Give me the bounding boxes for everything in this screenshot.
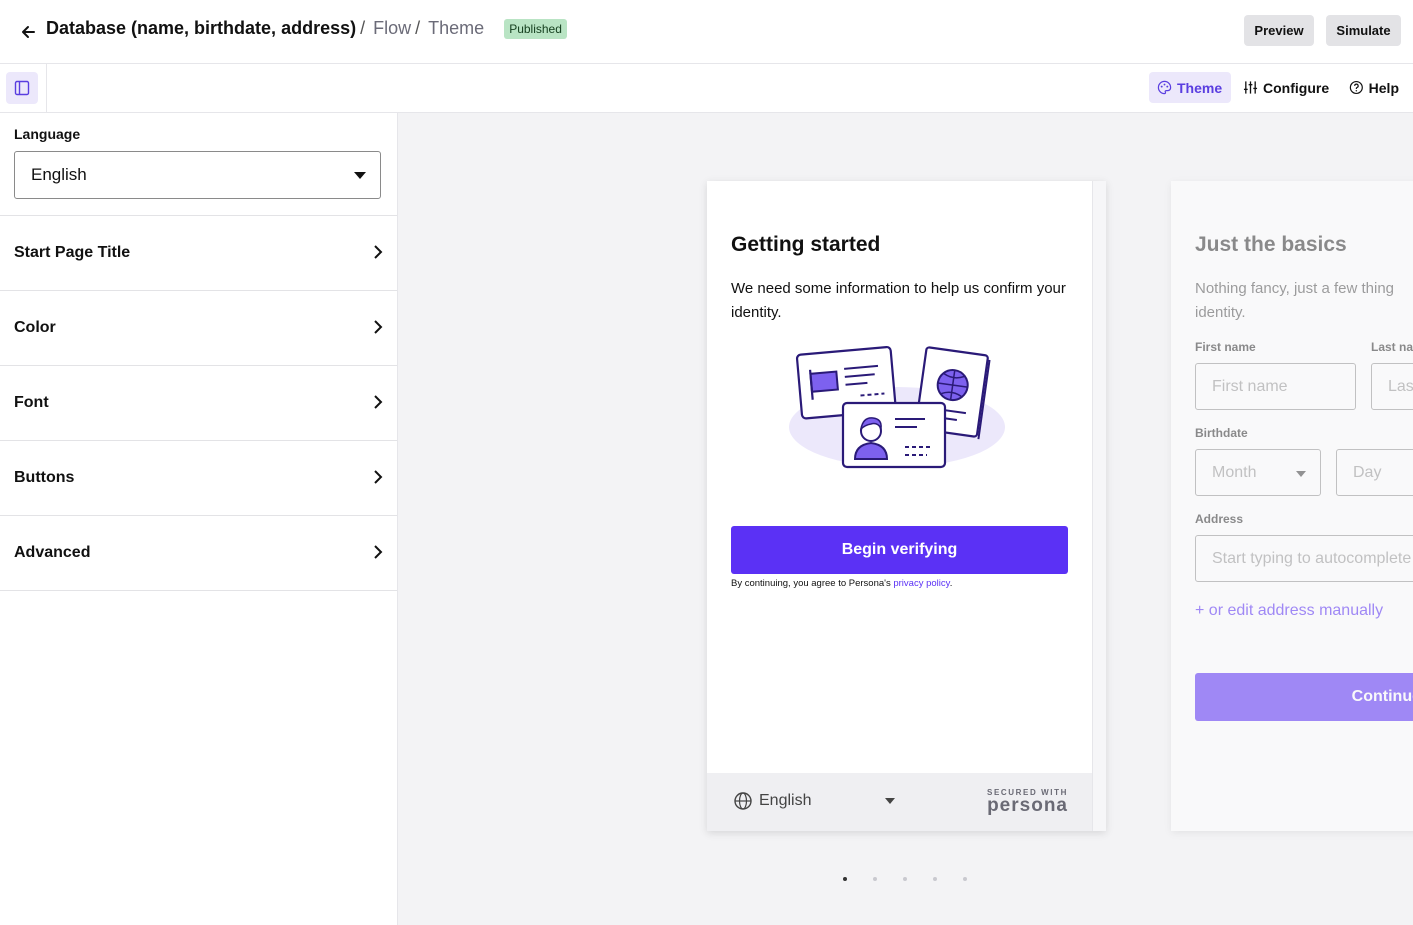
sliders-icon <box>1243 81 1258 94</box>
privacy-notice-text: By continuing, you agree to Persona's <box>731 578 894 589</box>
breadcrumb-separator: / <box>360 18 366 38</box>
help-circle-icon <box>1349 80 1363 95</box>
section-label: Font <box>14 394 49 411</box>
card-title: Just the basics <box>1195 233 1347 256</box>
editor-toolbar: Theme Configure Help <box>0 64 1413 113</box>
privacy-notice-suffix: . <box>949 578 953 589</box>
section-label: Advanced <box>14 544 91 561</box>
section-label: Color <box>14 319 56 336</box>
breadcrumb-theme: Theme <box>428 18 485 38</box>
section-label: Buttons <box>14 469 75 486</box>
toolbar-divider <box>46 64 47 112</box>
breadcrumb-separator: / <box>415 18 421 38</box>
first-name-field[interactable]: First name <box>1195 363 1356 410</box>
language-label: Language <box>14 126 81 142</box>
chevron-right-icon <box>374 395 383 409</box>
theme-settings-sidebar: Language English Start Page Title Color … <box>0 113 398 925</box>
begin-verifying-button[interactable]: Begin verifying <box>731 526 1068 574</box>
tab-theme[interactable]: Theme <box>1149 72 1231 103</box>
section-color[interactable]: Color <box>0 290 397 365</box>
tab-help[interactable]: Help <box>1341 72 1407 103</box>
last-name-label: Last na <box>1371 340 1413 354</box>
footer-language-select[interactable]: English <box>734 792 811 810</box>
preview-canvas: Getting started We need some information… <box>398 113 1413 925</box>
footer-language-value: English <box>759 792 812 809</box>
breadcrumb: Database (name, birthdate, address) / Fl… <box>46 18 567 39</box>
card-subtitle: Nothing fancy, just a few thing identity… <box>1195 277 1413 325</box>
birth-month-select[interactable]: Month <box>1195 449 1321 496</box>
tab-configure[interactable]: Configure <box>1235 72 1338 103</box>
preview-card-just-the-basics: Just the basics Nothing fancy, just a fe… <box>1171 181 1413 831</box>
language-select-value: English <box>31 165 87 184</box>
birth-day-field[interactable]: Day <box>1336 449 1413 496</box>
palette-icon <box>1157 80 1172 95</box>
id-documents-illustration <box>789 345 1005 469</box>
tab-configure-label: Configure <box>1263 79 1330 96</box>
card-title: Getting started <box>731 233 881 256</box>
sidebar-panel-icon <box>14 80 30 96</box>
section-font[interactable]: Font <box>0 365 397 440</box>
address-field[interactable]: Start typing to autocomplete <box>1195 535 1413 582</box>
caret-down-icon <box>354 172 366 179</box>
card-subtitle-line: Nothing fancy, just a few thing <box>1195 280 1394 297</box>
secured-with-persona-logo: SECURED WITH persona <box>987 788 1068 815</box>
continue-button[interactable]: Continue <box>1195 673 1413 721</box>
edit-address-manually-link[interactable]: + or edit address manually <box>1195 602 1383 620</box>
section-buttons[interactable]: Buttons <box>0 440 397 515</box>
breadcrumb-database[interactable]: Database (name, birthdate, address) <box>46 18 356 39</box>
toggle-sidebar-button[interactable] <box>6 72 38 104</box>
breadcrumb-flow[interactable]: Flow <box>373 18 411 39</box>
section-advanced[interactable]: Advanced <box>0 515 397 590</box>
card-subtitle-line: identity. <box>1195 304 1246 321</box>
privacy-notice: By continuing, you agree to Persona's pr… <box>731 578 952 589</box>
caret-down-icon[interactable] <box>885 798 895 804</box>
chevron-right-icon <box>374 245 383 259</box>
address-label: Address <box>1195 512 1244 526</box>
preview-button[interactable]: Preview <box>1244 15 1314 46</box>
card-scroll-rail <box>1092 181 1106 831</box>
pager-dots <box>843 877 967 881</box>
preview-card-getting-started: Getting started We need some information… <box>707 181 1106 831</box>
section-start-page-title[interactable]: Start Page Title <box>0 215 397 290</box>
status-badge: Published <box>504 18 567 39</box>
arrow-left-icon <box>22 26 35 38</box>
tab-help-label: Help <box>1368 79 1399 96</box>
caret-down-icon <box>1296 471 1306 477</box>
first-name-label: First name <box>1195 340 1256 354</box>
privacy-policy-link[interactable]: privacy policy <box>893 578 949 589</box>
top-bar: Database (name, birthdate, address) / Fl… <box>0 0 1413 64</box>
chevron-right-icon <box>374 470 383 484</box>
pager-dot[interactable] <box>963 877 967 881</box>
card-footer: English SECURED WITH persona <box>707 773 1092 831</box>
pager-dot[interactable] <box>933 877 937 881</box>
pager-dot[interactable] <box>873 877 877 881</box>
divider <box>0 590 397 591</box>
pager-dot[interactable] <box>903 877 907 881</box>
birthdate-label: Birthdate <box>1195 426 1248 440</box>
back-button[interactable] <box>16 20 40 44</box>
persona-wordmark: persona <box>987 795 1068 816</box>
birth-month-placeholder: Month <box>1212 463 1257 481</box>
section-label: Start Page Title <box>14 244 131 261</box>
chevron-right-icon <box>374 320 383 334</box>
tab-theme-label: Theme <box>1177 79 1223 96</box>
pager-dot[interactable] <box>843 877 847 881</box>
language-select[interactable]: English <box>14 151 381 199</box>
chevron-right-icon <box>374 545 383 559</box>
globe-icon <box>734 792 752 810</box>
last-name-field[interactable]: Las <box>1371 363 1413 410</box>
card-subtitle: We need some information to help us conf… <box>731 280 1066 321</box>
simulate-button[interactable]: Simulate <box>1326 15 1401 46</box>
